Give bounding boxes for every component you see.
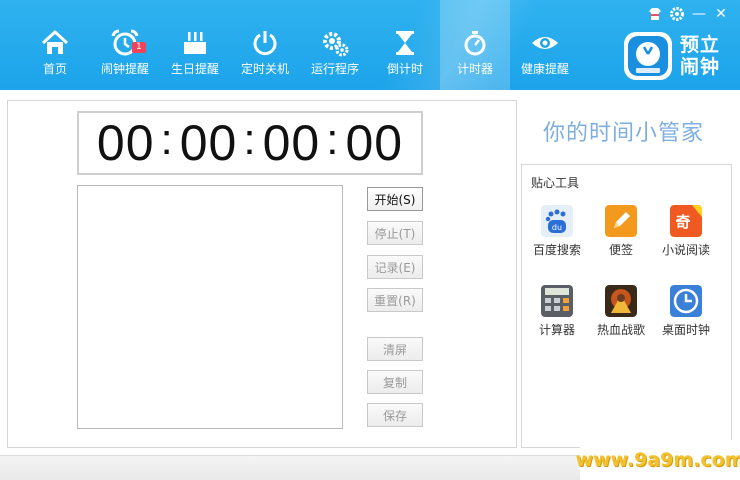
tools-title: 贴心工具	[531, 176, 580, 190]
tool-desktop-clock[interactable]: 桌面时钟	[654, 285, 718, 338]
record-button[interactable]: 记录(E)	[367, 255, 423, 279]
main-nav: 首页 1 闹钟提醒 生日提醒 定时关机 运行程序 倒计时 计时器 健康提醒	[20, 0, 580, 112]
window-controls: — ✕	[644, 4, 732, 24]
nav-countdown[interactable]: 倒计时	[370, 22, 440, 90]
tool-label: 热血战歌	[596, 323, 645, 337]
house-icon	[41, 30, 69, 54]
gear-icon[interactable]	[666, 4, 688, 24]
tool-label: 小说阅读	[661, 243, 710, 257]
tool-label: 便签	[608, 243, 633, 257]
nav-alarm[interactable]: 1 闹钟提醒	[90, 22, 160, 90]
nav-health-label: 健康提醒	[520, 62, 569, 76]
start-button[interactable]: 开始(S)	[367, 187, 423, 211]
nav-run-program[interactable]: 运行程序	[300, 22, 370, 90]
timer-centiseconds: 00	[345, 115, 404, 171]
reset-button[interactable]: 重置(R)	[367, 288, 423, 312]
alarm-count-badge: 1	[132, 42, 146, 53]
hourglass-icon	[396, 31, 414, 55]
brand-line-2: 闹钟	[680, 56, 721, 78]
stop-button[interactable]: 停止(T)	[367, 221, 423, 245]
nav-birthday[interactable]: 生日提醒	[160, 22, 230, 90]
brand-line-1: 预立	[680, 34, 721, 56]
timer-separator: :	[243, 115, 257, 164]
timer-seconds: 00	[262, 115, 321, 171]
tool-label: 桌面时钟	[661, 323, 710, 337]
nav-alarm-label: 闹钟提醒	[100, 62, 149, 76]
power-icon	[253, 31, 277, 56]
app-logo	[624, 32, 672, 80]
gears-icon	[323, 32, 349, 57]
tool-baidu-search[interactable]: du 百度搜索	[525, 205, 589, 258]
game-icon	[605, 285, 637, 317]
brand: 预立 闹钟	[624, 32, 720, 80]
stopwatch-icon	[464, 31, 486, 56]
tools-panel: 贴心工具 du 百度搜索 便签 奇 小说阅读 计算器 热血战歌 桌面时钟	[521, 164, 732, 448]
tool-calculator[interactable]: 计算器	[525, 285, 589, 338]
notepad-icon	[605, 205, 637, 237]
tool-label: 百度搜索	[532, 243, 581, 257]
close-button[interactable]: ✕	[710, 4, 732, 24]
clear-button[interactable]: 清屏	[367, 337, 423, 361]
nav-birthday-label: 生日提醒	[170, 62, 219, 76]
tool-game[interactable]: 热血战歌	[589, 285, 653, 338]
tool-label: 计算器	[538, 323, 575, 337]
birthday-cake-icon	[184, 32, 206, 54]
save-button[interactable]: 保存	[367, 403, 423, 427]
tool-notepad[interactable]: 便签	[589, 205, 653, 258]
site-watermark: www.9a9m.com	[575, 440, 740, 480]
timer-separator: :	[160, 115, 174, 164]
svg-text:奇: 奇	[675, 213, 690, 231]
novel-icon: 奇	[670, 205, 702, 237]
tool-novel-reading[interactable]: 奇 小说阅读	[654, 205, 718, 258]
nav-shutdown-label: 定时关机	[240, 62, 289, 76]
nav-stopwatch[interactable]: 计时器	[440, 0, 510, 90]
lap-records-list[interactable]	[77, 185, 343, 429]
stopwatch-panel: 00 : 00 : 00 : 00 开始(S) 停止(T) 记录(E) 重置(R…	[7, 100, 517, 448]
app-header: 首页 1 闹钟提醒 生日提醒 定时关机 运行程序 倒计时 计时器 健康提醒 — …	[0, 0, 740, 90]
nav-shutdown[interactable]: 定时关机	[230, 22, 300, 90]
desktop-clock-icon	[670, 285, 702, 317]
nav-home-label: 首页	[42, 62, 67, 76]
brand-name: 预立 闹钟	[680, 34, 720, 78]
calculator-icon	[541, 285, 573, 317]
timer-separator: :	[326, 115, 340, 164]
svg-text:du: du	[552, 223, 562, 232]
nav-stopwatch-label: 计时器	[456, 62, 493, 76]
nav-run-program-label: 运行程序	[310, 62, 359, 76]
copy-button[interactable]: 复制	[367, 370, 423, 394]
baidu-icon: du	[541, 205, 573, 237]
eye-icon	[532, 37, 558, 49]
slogan: 你的时间小管家	[543, 121, 705, 146]
nav-home[interactable]: 首页	[20, 22, 90, 90]
nav-countdown-label: 倒计时	[386, 62, 423, 76]
timer-minutes: 00	[179, 115, 238, 171]
timer-hours: 00	[96, 115, 155, 171]
timer-display: 00 : 00 : 00 : 00	[77, 111, 423, 175]
skin-icon[interactable]	[644, 4, 666, 24]
nav-health[interactable]: 健康提醒	[510, 22, 580, 90]
minimize-button[interactable]: —	[688, 4, 710, 24]
